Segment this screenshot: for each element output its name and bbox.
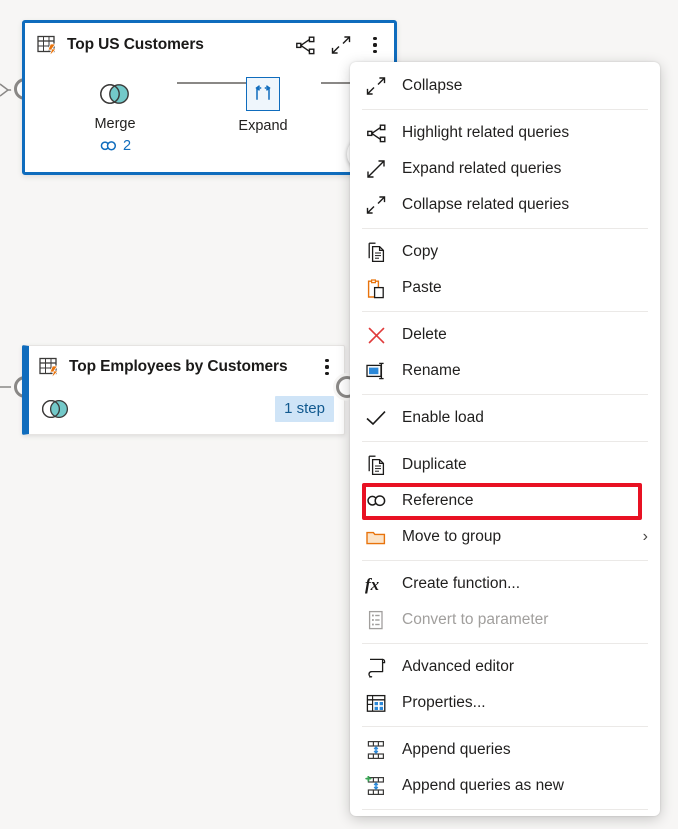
query-card-title: Top Employees by Customers xyxy=(69,358,288,375)
menu-item-label: Paste xyxy=(402,279,442,296)
menu-separator xyxy=(362,109,648,110)
menu-item-merge-queries[interactable]: Merge queries xyxy=(350,815,660,816)
menu-item-label: Create function... xyxy=(402,575,521,592)
card-header: Top Employees by Customers xyxy=(29,346,344,388)
query-table-icon xyxy=(37,35,59,56)
properties-icon xyxy=(350,694,402,713)
paste-icon xyxy=(350,278,402,299)
expand-columns-icon xyxy=(246,77,280,111)
menu-item-rename[interactable]: Rename xyxy=(350,353,660,389)
card-header: Top US Customers xyxy=(25,23,394,67)
collapse-related-queries-icon xyxy=(350,195,402,215)
menu-item-label: Enable load xyxy=(402,409,484,426)
menu-item-label: Copy xyxy=(402,243,439,260)
menu-item-collapse-related-queries[interactable]: Collapse related queries xyxy=(350,187,660,223)
card-header-actions xyxy=(318,356,336,378)
collapse-icon[interactable] xyxy=(330,34,352,56)
menu-item-label: Move to group xyxy=(402,528,502,545)
advanced-editor-icon xyxy=(350,657,402,678)
menu-separator xyxy=(362,311,648,312)
menu-item-paste[interactable]: Paste xyxy=(350,270,660,306)
function-fx-icon: fx xyxy=(350,574,402,594)
append-queries-icon xyxy=(350,740,402,760)
card-collapsed-body: 1 step xyxy=(29,388,344,428)
merge-icon xyxy=(39,397,73,421)
menu-item-expand-related-queries[interactable]: Expand related queries xyxy=(350,151,660,187)
menu-item-properties[interactable]: Properties... xyxy=(350,685,660,721)
highlight-related-queries-icon[interactable] xyxy=(294,34,316,56)
menu-item-label: Append queries as new xyxy=(402,777,565,794)
parameter-icon xyxy=(350,610,402,630)
menu-item-label: Properties... xyxy=(402,694,486,711)
menu-separator xyxy=(362,560,648,561)
menu-item-label: Convert to parameter xyxy=(402,611,549,628)
folder-icon xyxy=(350,528,402,546)
menu-item-label: Delete xyxy=(402,326,447,343)
applied-steps-strip: Merge 2 Expand xyxy=(25,67,394,172)
svg-text:fx: fx xyxy=(365,575,380,594)
rename-icon xyxy=(350,362,402,380)
menu-separator xyxy=(362,809,648,810)
more-options-icon[interactable] xyxy=(318,356,336,378)
duplicate-icon xyxy=(350,455,402,476)
append-queries-as-new-icon xyxy=(350,776,402,796)
diagram-view-root: Top US Customers Merge 2 Expand Top Empl… xyxy=(0,0,678,829)
menu-separator xyxy=(362,394,648,395)
menu-separator xyxy=(362,228,648,229)
menu-item-create-function[interactable]: fx Create function... xyxy=(350,566,660,602)
query-context-menu[interactable]: Collapse Highlight related queries Expan… xyxy=(350,62,660,816)
menu-item-collapse[interactable]: Collapse xyxy=(350,68,660,104)
step-count-badge: 1 step xyxy=(275,396,334,422)
menu-item-delete[interactable]: Delete xyxy=(350,317,660,353)
query-card-title: Top US Customers xyxy=(67,36,204,53)
menu-item-append-queries-as-new[interactable]: Append queries as new xyxy=(350,768,660,804)
query-card-top-employees-by-customers[interactable]: Top Employees by Customers 1 step xyxy=(22,345,345,435)
menu-item-label: Highlight related queries xyxy=(402,124,570,141)
merge-icon xyxy=(67,79,163,109)
expand-related-queries-icon xyxy=(350,159,402,179)
step-label: Merge xyxy=(94,116,136,132)
checkmark-icon xyxy=(350,409,402,427)
menu-item-convert-to-parameter: Convert to parameter xyxy=(350,602,660,638)
query-card-top-us-customers[interactable]: Top US Customers Merge 2 Expand xyxy=(22,20,397,175)
menu-item-move-to-group[interactable]: Move to group › xyxy=(350,519,660,555)
menu-item-label: Duplicate xyxy=(402,456,467,473)
menu-item-highlight-related-queries[interactable]: Highlight related queries xyxy=(350,115,660,151)
chevron-right-icon: › xyxy=(642,528,648,545)
step-merge[interactable]: Merge 2 xyxy=(67,79,163,154)
card-header-actions xyxy=(294,34,384,56)
menu-item-label: Rename xyxy=(402,362,461,379)
step-label: Expand xyxy=(238,118,288,134)
menu-item-label: Collapse xyxy=(402,77,463,94)
step-expand[interactable]: Expand xyxy=(215,77,311,134)
reference-link-icon xyxy=(350,493,402,510)
menu-item-reference[interactable]: Reference xyxy=(350,482,660,520)
menu-item-label: Collapse related queries xyxy=(402,196,570,213)
menu-item-label: Reference xyxy=(402,492,474,509)
menu-item-copy[interactable]: Copy xyxy=(350,234,660,270)
menu-item-label: Expand related queries xyxy=(402,160,562,177)
menu-item-label: Advanced editor xyxy=(402,658,515,675)
collapse-icon xyxy=(350,76,402,96)
menu-item-label: Append queries xyxy=(402,741,511,758)
reference-link-icon xyxy=(99,139,118,153)
menu-separator xyxy=(362,726,648,727)
menu-item-append-queries[interactable]: Append queries xyxy=(350,732,660,768)
menu-separator xyxy=(362,643,648,644)
menu-item-enable-load[interactable]: Enable load xyxy=(350,400,660,436)
delete-icon xyxy=(350,326,402,345)
menu-item-duplicate[interactable]: Duplicate xyxy=(350,447,660,483)
menu-separator xyxy=(362,441,648,442)
step-reference-count[interactable]: 2 xyxy=(67,138,163,154)
more-options-icon[interactable] xyxy=(366,34,384,56)
highlight-related-queries-icon xyxy=(350,124,402,143)
menu-item-advanced-editor[interactable]: Advanced editor xyxy=(350,649,660,685)
query-table-icon xyxy=(39,357,61,378)
copy-icon xyxy=(350,242,402,263)
step-reference-count-label: 2 xyxy=(122,138,132,154)
